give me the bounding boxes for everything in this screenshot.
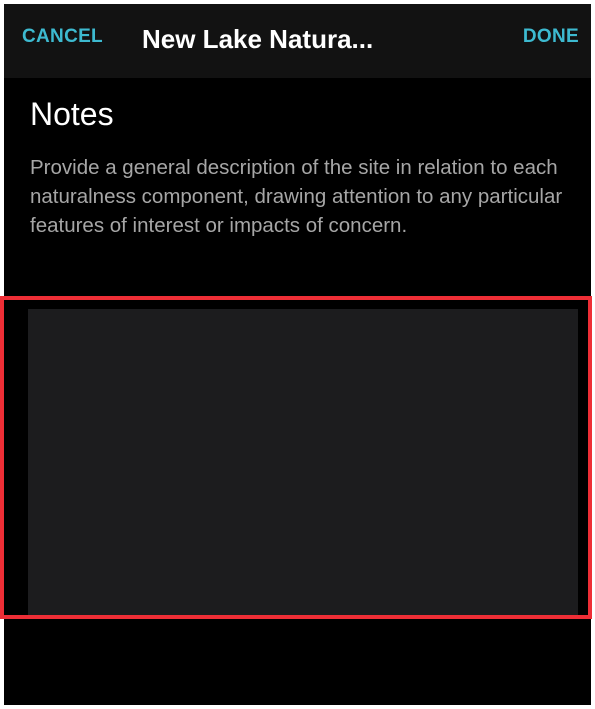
notes-textarea[interactable] bbox=[28, 309, 578, 616]
done-button[interactable]: DONE bbox=[523, 26, 579, 48]
top-toolbar: CANCEL New Lake Natura... DONE bbox=[4, 4, 591, 78]
cancel-button[interactable]: CANCEL bbox=[22, 26, 103, 48]
notes-heading: Notes bbox=[30, 96, 114, 132]
page-title: New Lake Natura... bbox=[142, 24, 374, 54]
notes-description: Provide a general description of the sit… bbox=[30, 156, 563, 237]
app-screen: CANCEL New Lake Natura... DONE Notes Pro… bbox=[4, 4, 591, 705]
